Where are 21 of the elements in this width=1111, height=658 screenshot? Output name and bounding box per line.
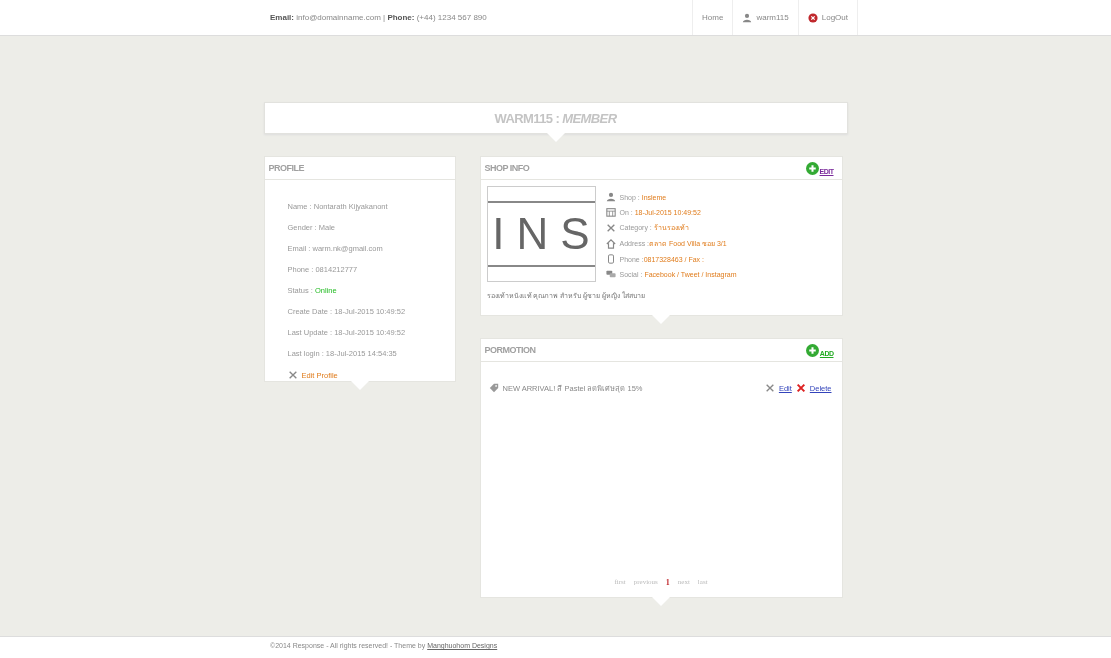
plus-circle-icon <box>805 161 819 175</box>
card-title: PROFILE <box>268 163 304 173</box>
nav-link[interactable]: Home <box>692 0 733 35</box>
chat-icon <box>605 269 616 279</box>
home-icon <box>605 238 616 249</box>
shop-logo: INS <box>486 186 596 282</box>
tag-icon <box>488 383 499 393</box>
pagination-link[interactable]: 1 <box>665 578 670 587</box>
logout-icon <box>807 12 818 23</box>
phone-icon <box>605 254 616 264</box>
user-icon <box>605 192 616 202</box>
page-title: WARM115 : MEMBER <box>494 110 617 126</box>
user-icon <box>742 12 753 23</box>
plus-circle-icon <box>805 343 819 357</box>
card-title: SHOP INFO <box>484 163 530 173</box>
calendar-icon <box>605 207 616 217</box>
nav-link[interactable]: warm115 <box>732 0 798 35</box>
contact-info: Email: info@domainname.com | Phone: (+44) 1234 567 890 <box>270 13 487 22</box>
nav-link[interactable]: LogOut <box>797 0 858 35</box>
delete-icon <box>795 383 806 393</box>
card-title: PORMOTION <box>484 345 536 355</box>
